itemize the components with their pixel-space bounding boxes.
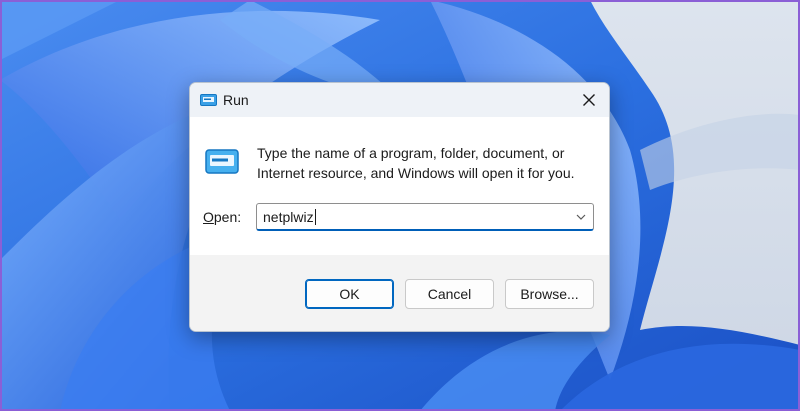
open-label-accel: O [203,209,214,225]
dialog-description: Type the name of a program, folder, docu… [257,145,575,181]
open-input[interactable]: netplwiz [263,209,316,225]
title-bar[interactable]: Run [190,83,609,117]
run-icon [205,149,239,174]
button-bar: OK Cancel Browse... [190,255,609,331]
run-dialog: Run Type the name of a program, folder, … [189,82,610,332]
cancel-button[interactable]: Cancel [405,279,494,309]
chevron-down-icon[interactable] [575,211,587,223]
dialog-title: Run [223,92,249,108]
open-input-value: netplwiz [263,209,314,225]
open-combobox[interactable]: netplwiz [256,203,594,231]
text-caret [314,209,316,225]
ok-button[interactable]: OK [305,279,394,309]
open-label-rest: pen: [213,209,242,225]
run-icon [200,94,217,106]
close-button[interactable] [569,83,609,117]
browse-button[interactable]: Browse... [505,279,594,309]
open-label: Open: [203,209,241,225]
close-icon [583,94,595,106]
